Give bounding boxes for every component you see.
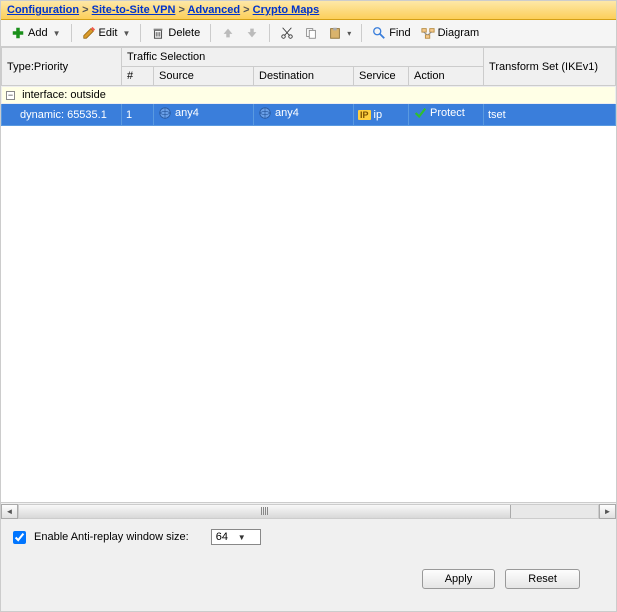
footer: Enable Anti-replay window size: 64 ▼ App… xyxy=(1,519,616,599)
cell-action: Protect xyxy=(409,104,484,126)
crypto-maps-table: Type:Priority Traffic Selection Transfor… xyxy=(1,47,616,519)
trash-icon xyxy=(151,26,165,40)
reset-button[interactable]: Reset xyxy=(505,569,580,589)
breadcrumb-sep: > xyxy=(178,4,187,16)
separator xyxy=(361,24,362,42)
dropdown-arrow-icon: ▼ xyxy=(238,533,246,542)
globe-icon xyxy=(158,106,172,120)
scroll-right-button[interactable]: ► xyxy=(599,504,616,519)
magnifier-icon xyxy=(372,26,386,40)
cell-num: 1 xyxy=(122,104,154,126)
paste-button[interactable]: ▾ xyxy=(324,24,355,42)
breadcrumb-configuration[interactable]: Configuration xyxy=(7,4,79,16)
arrow-down-icon xyxy=(245,26,259,40)
anti-replay-checkbox[interactable] xyxy=(13,531,26,544)
arrow-up-icon xyxy=(221,26,235,40)
delete-button[interactable]: Delete xyxy=(147,24,204,42)
cell-service: IP ip xyxy=(354,104,409,126)
anti-replay-value: 64 xyxy=(216,531,228,543)
move-down-button[interactable] xyxy=(241,24,263,42)
pencil-icon xyxy=(82,26,96,40)
toolbar: Add ▼ Edit ▼ Delete ▾ Find Diagram xyxy=(1,20,616,47)
anti-replay-size-select[interactable]: 64 ▼ xyxy=(211,529,261,545)
scissors-icon xyxy=(280,26,294,40)
cell-transform: tset xyxy=(484,104,616,126)
cell-destination: any4 xyxy=(254,104,354,126)
add-button[interactable]: Add ▼ xyxy=(7,24,65,42)
cell-source: any4 xyxy=(154,104,254,126)
add-label: Add xyxy=(28,27,48,39)
table-row[interactable]: dynamic: 65535.1 1 any4 any4 xyxy=(2,104,616,126)
separator xyxy=(140,24,141,42)
dropdown-arrow-icon: ▼ xyxy=(53,29,61,38)
paste-icon xyxy=(328,26,342,40)
ip-badge-icon: IP xyxy=(358,110,371,120)
diagram-icon xyxy=(421,26,435,40)
find-button[interactable]: Find xyxy=(368,24,414,42)
col-traffic-selection[interactable]: Traffic Selection xyxy=(122,48,484,67)
col-transform-set[interactable]: Transform Set (IKEv1) xyxy=(484,48,616,86)
collapse-icon[interactable]: − xyxy=(6,91,15,100)
col-num[interactable]: # xyxy=(122,67,154,86)
col-action[interactable]: Action xyxy=(409,67,484,86)
dropdown-arrow-icon: ▾ xyxy=(347,29,351,38)
copy-button[interactable] xyxy=(300,24,322,42)
breadcrumb-advanced[interactable]: Advanced xyxy=(188,4,241,16)
delete-label: Delete xyxy=(168,27,200,39)
scroll-track[interactable] xyxy=(18,504,599,519)
breadcrumb-sep: > xyxy=(243,4,252,16)
col-destination[interactable]: Destination xyxy=(254,67,354,86)
separator xyxy=(269,24,270,42)
breadcrumb: Configuration > Site-to-Site VPN > Advan… xyxy=(1,1,616,20)
globe-icon xyxy=(258,106,272,120)
check-icon xyxy=(413,106,427,120)
cell-type-priority: dynamic: 65535.1 xyxy=(2,104,122,126)
diagram-button[interactable]: Diagram xyxy=(417,24,484,42)
col-type-priority[interactable]: Type:Priority xyxy=(2,48,122,86)
col-source[interactable]: Source xyxy=(154,67,254,86)
separator xyxy=(210,24,211,42)
anti-replay-label: Enable Anti-replay window size: xyxy=(34,531,189,543)
apply-button[interactable]: Apply xyxy=(422,569,496,589)
dropdown-arrow-icon: ▼ xyxy=(122,29,130,38)
copy-icon xyxy=(304,26,318,40)
scroll-left-button[interactable]: ◄ xyxy=(1,504,18,519)
edit-button[interactable]: Edit ▼ xyxy=(78,24,135,42)
plus-icon xyxy=(11,26,25,40)
cut-button[interactable] xyxy=(276,24,298,42)
diagram-label: Diagram xyxy=(438,27,480,39)
breadcrumb-crypto-maps[interactable]: Crypto Maps xyxy=(253,4,320,16)
horizontal-scrollbar[interactable]: ◄ ► xyxy=(1,502,616,519)
find-label: Find xyxy=(389,27,410,39)
breadcrumb-sep: > xyxy=(82,4,91,16)
col-service[interactable]: Service xyxy=(354,67,409,86)
scroll-thumb[interactable] xyxy=(19,505,511,518)
group-label: interface: outside xyxy=(22,89,106,101)
group-row-interface[interactable]: − interface: outside xyxy=(2,87,616,104)
breadcrumb-site-to-site-vpn[interactable]: Site-to-Site VPN xyxy=(92,4,176,16)
edit-label: Edit xyxy=(99,27,118,39)
move-up-button[interactable] xyxy=(217,24,239,42)
separator xyxy=(71,24,72,42)
